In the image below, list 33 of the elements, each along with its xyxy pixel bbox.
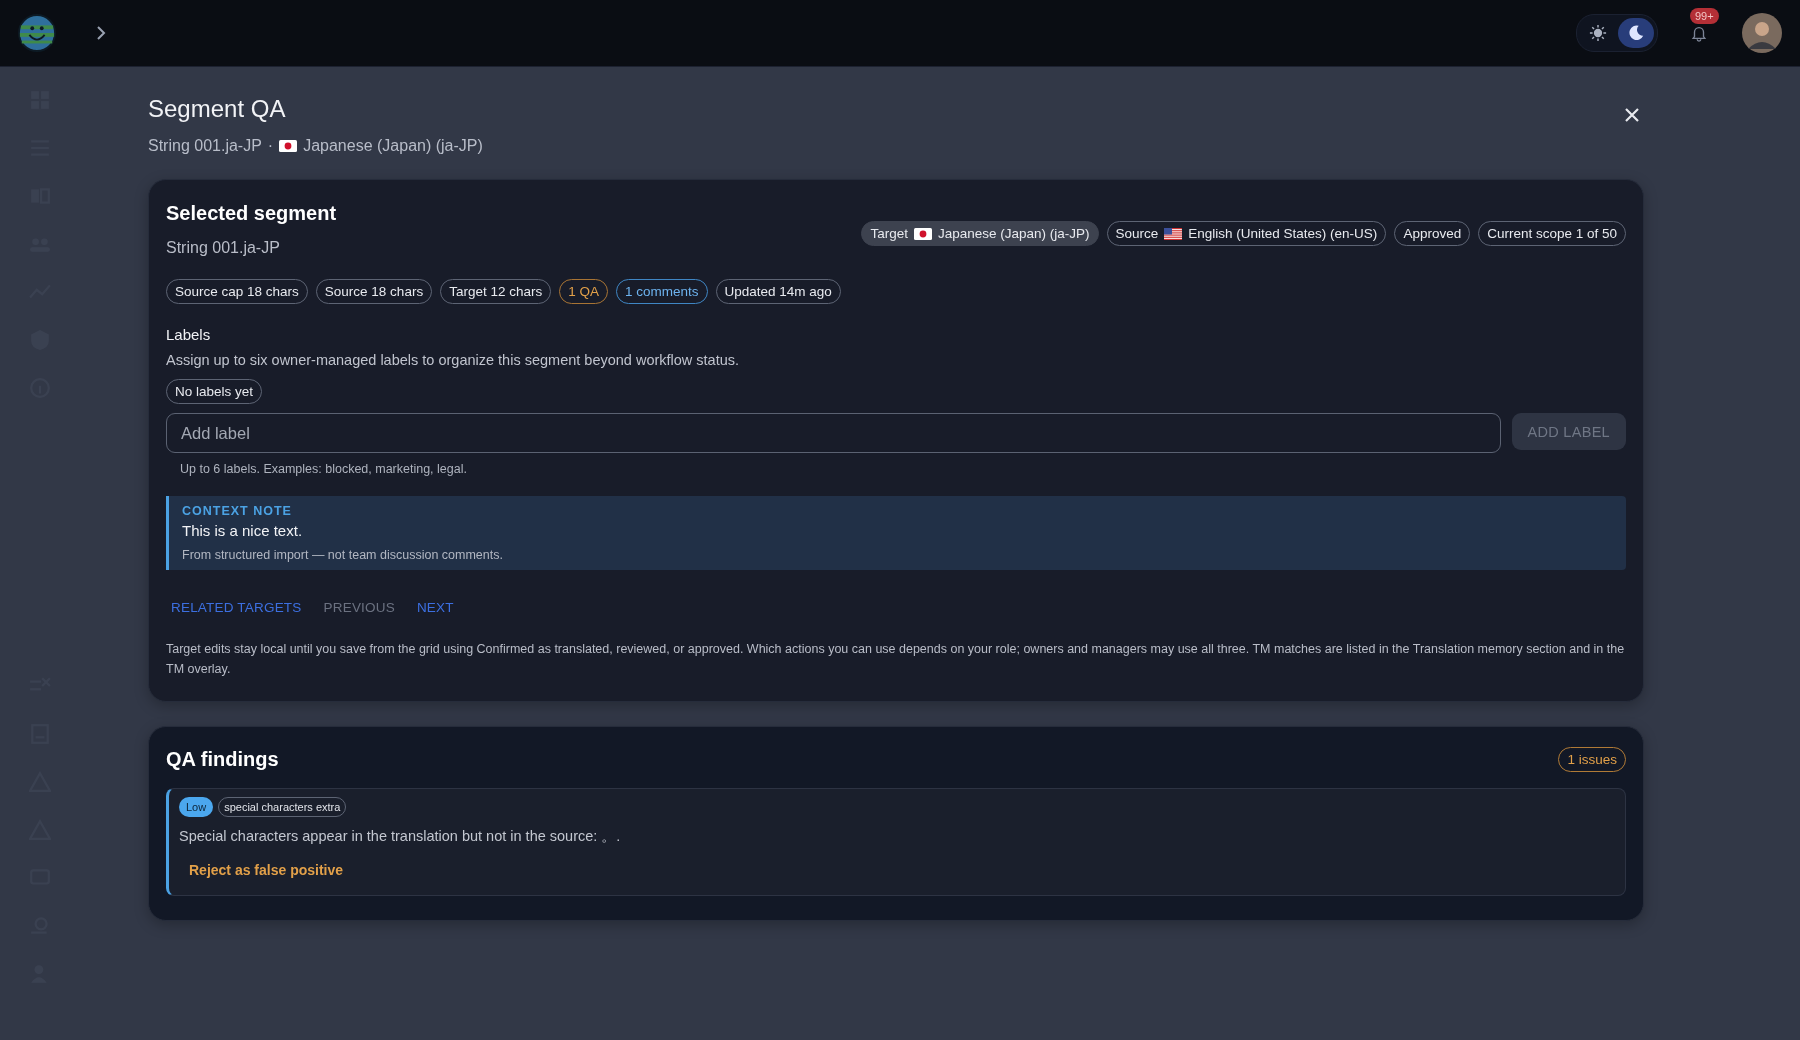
notification-count: 99+ <box>1690 8 1719 24</box>
chevron-right-icon[interactable] <box>96 26 106 40</box>
nav-button[interactable]: RELATED TARGETS <box>166 594 319 621</box>
bell-icon <box>1690 24 1708 42</box>
japan-flag-icon <box>913 227 932 240</box>
dark-mode-toggle[interactable] <box>1618 18 1654 48</box>
note-source: From structured import — not team discussion comments. <box>182 548 504 562</box>
help-text: Target edits stay local until you save from the grid using Confirmed as translated, reviewed, or approved. Which actions you can use depends on your role; owners and managers may use all three. TM matches are listed in the Translation memory section and in the TM overlay. <box>166 641 1626 678</box>
segment-id: String 001.ja-JP <box>148 137 262 155</box>
avatar[interactable] <box>1742 13 1782 53</box>
segment-name: String 001.ja-JP <box>166 239 281 257</box>
nav-button[interactable]: NEXT <box>411 594 471 621</box>
note-title: CONTEXT NOTE <box>182 504 293 518</box>
sun-icon <box>1589 24 1607 42</box>
japan-flag-icon <box>279 140 298 152</box>
language-name: Japanese (Japan) (ja-JP) <box>303 137 483 155</box>
reject-link[interactable]: Reject as false positive <box>189 862 344 878</box>
finding-message: Special characters appear in the translation but not in the source: 。. <box>179 827 622 846</box>
card-heading: QA findings <box>166 748 279 771</box>
hint-text: Up to 6 labels. Examples: blocked, marketing, legal. <box>180 462 468 476</box>
separator: · <box>267 137 274 155</box>
dialog-title: Segment QA <box>148 95 287 123</box>
card-heading: Selected segment <box>166 202 337 225</box>
us-flag-icon <box>1164 227 1183 240</box>
logo-icon <box>18 14 56 52</box>
label-input-field[interactable]: Add label <box>166 413 1501 453</box>
note-text: This is a nice text. <box>182 522 304 539</box>
section-heading: Labels <box>166 326 212 343</box>
close-icon <box>1624 107 1640 123</box>
section-description: Assign up to six owner-managed labels to organize this segment beyond workflow status. <box>166 352 741 368</box>
severity-tag: Low <box>179 797 214 817</box>
tag: Target Japanese (Japan) (ja-JP) <box>861 221 1099 246</box>
moon-icon <box>1627 24 1645 42</box>
